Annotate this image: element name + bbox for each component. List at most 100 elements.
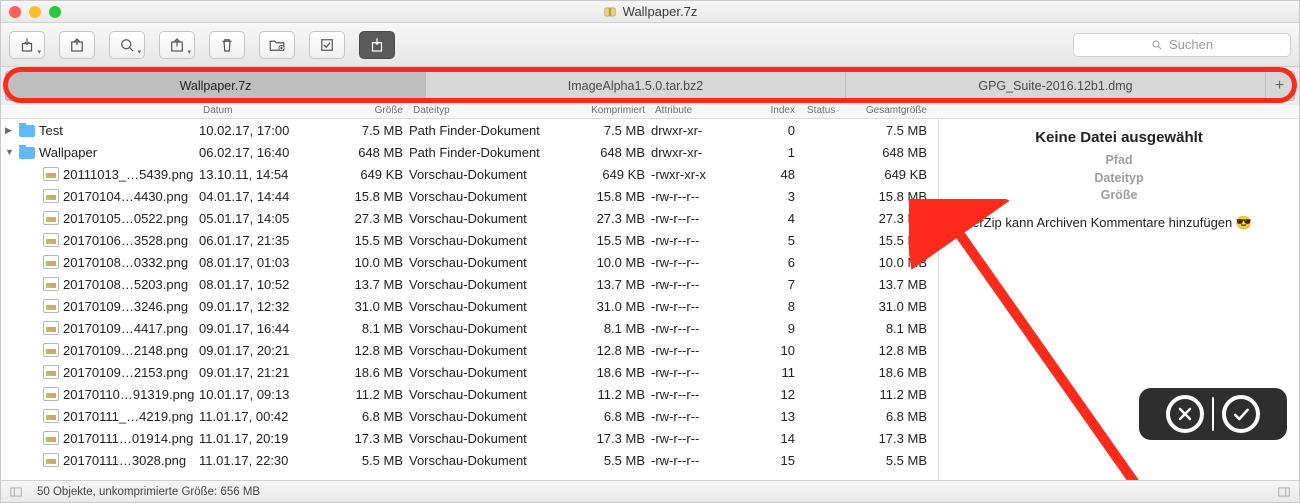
file-index: 0 — [733, 123, 803, 138]
tab-0[interactable]: Wallpaper.7z — [6, 72, 426, 100]
file-date: 08.01.17, 10:52 — [199, 277, 337, 292]
file-size: 27.3 MB — [337, 211, 409, 226]
file-size: 13.7 MB — [337, 277, 409, 292]
file-index: 11 — [733, 365, 803, 380]
table-row[interactable]: 20170109…3246.png09.01.17, 12:3231.0 MBV… — [1, 295, 938, 317]
file-size: 7.5 MB — [337, 123, 409, 138]
file-type: Vorschau-Dokument — [409, 211, 565, 226]
file-total-size: 12.8 MB — [857, 343, 935, 358]
file-compressed: 7.5 MB — [565, 123, 651, 138]
add-button[interactable] — [59, 31, 95, 59]
column-header[interactable]: Datum Größe Dateityp Komprimiert Attribu… — [1, 105, 1299, 119]
table-row[interactable]: 20170105…0522.png05.01.17, 14:0527.3 MBV… — [1, 207, 938, 229]
table-row[interactable]: ▶Test10.02.17, 17:007.5 MBPath Finder-Do… — [1, 119, 938, 141]
extract-button[interactable]: ▾ — [9, 31, 45, 59]
new-folder-button[interactable] — [259, 31, 295, 59]
table-row[interactable]: 20170104…4430.png04.01.17, 14:4415.8 MBV… — [1, 185, 938, 207]
file-date: 06.01.17, 21:35 — [199, 233, 337, 248]
file-name: 20170108…5203.png — [63, 277, 188, 292]
window-title: Wallpaper.7z — [623, 4, 698, 19]
table-row[interactable]: ▼Wallpaper06.02.17, 16:40648 MBPath Find… — [1, 141, 938, 163]
archive-button[interactable] — [359, 31, 395, 59]
file-size: 18.6 MB — [337, 365, 409, 380]
file-total-size: 7.5 MB — [857, 123, 935, 138]
disclosure-triangle-icon[interactable]: ▶ — [5, 125, 15, 136]
file-attributes: -rw-r--r-- — [651, 233, 733, 248]
search-field[interactable]: Suchen — [1073, 33, 1291, 57]
table-row[interactable]: 20170109…2153.png09.01.17, 21:2118.6 MBV… — [1, 361, 938, 383]
toolbar: ▾ ▾ ▾ Suchen — [1, 23, 1299, 67]
table-row[interactable]: 20170109…2148.png09.01.17, 20:2112.8 MBV… — [1, 339, 938, 361]
cancel-button[interactable] — [1166, 395, 1204, 433]
file-index: 10 — [733, 343, 803, 358]
file-type: Vorschau-Dokument — [409, 167, 565, 182]
table-row[interactable]: 20170109…4417.png09.01.17, 16:448.1 MBVo… — [1, 317, 938, 339]
image-file-icon — [43, 277, 59, 291]
tab-1[interactable]: ImageAlpha1.5.0.tar.bz2 — [426, 72, 846, 100]
expand-right-icon[interactable] — [1277, 485, 1291, 499]
file-total-size: 13.7 MB — [857, 277, 935, 292]
file-attributes: -rw-r--r-- — [651, 343, 733, 358]
tab-add-button[interactable]: + — [1266, 72, 1294, 100]
file-index: 15 — [733, 453, 803, 468]
expand-left-icon[interactable] — [9, 485, 23, 499]
table-row[interactable]: 20170110…91319.png10.01.17, 09:1311.2 MB… — [1, 383, 938, 405]
chevron-down-icon: ▾ — [137, 48, 141, 56]
file-attributes: -rw-r--r-- — [651, 365, 733, 380]
select-button[interactable] — [309, 31, 345, 59]
table-row[interactable]: 20170111…01914.png11.01.17, 20:1917.3 MB… — [1, 427, 938, 449]
file-date: 10.02.17, 17:00 — [199, 123, 337, 138]
file-compressed: 31.0 MB — [565, 299, 651, 314]
file-date: 11.01.17, 22:30 — [199, 453, 337, 468]
table-row[interactable]: 20170106…3528.png06.01.17, 21:3515.5 MBV… — [1, 229, 938, 251]
table-row[interactable]: 20170111…3028.png11.01.17, 22:305.5 MBVo… — [1, 449, 938, 471]
file-index: 6 — [733, 255, 803, 270]
table-row[interactable]: 20111013_…5439.png13.10.11, 14:54649 KBV… — [1, 163, 938, 185]
image-file-icon — [43, 453, 59, 467]
file-attributes: -rw-r--r-- — [651, 255, 733, 270]
info-comment: BetterZip kann Archiven Kommentare hinzu… — [949, 215, 1289, 231]
file-name: 20170106…3528.png — [63, 233, 188, 248]
save-button[interactable]: ▾ — [159, 31, 195, 59]
file-size: 17.3 MB — [337, 431, 409, 446]
image-file-icon — [43, 431, 59, 445]
delete-button[interactable] — [209, 31, 245, 59]
zoom-window-button[interactable] — [49, 6, 61, 18]
titlebar: Wallpaper.7z — [1, 1, 1299, 23]
file-compressed: 10.0 MB — [565, 255, 651, 270]
file-attributes: -rw-r--r-- — [651, 387, 733, 402]
info-panel: Keine Datei ausgewählt Pfad Dateityp Grö… — [939, 119, 1299, 480]
confirm-button[interactable] — [1222, 395, 1260, 433]
close-window-button[interactable] — [9, 6, 21, 18]
file-index: 1 — [733, 145, 803, 160]
file-name: 20170108…0332.png — [63, 255, 188, 270]
file-size: 10.0 MB — [337, 255, 409, 270]
file-total-size: 5.5 MB — [857, 453, 935, 468]
table-row[interactable]: 20170108…5203.png08.01.17, 10:5213.7 MBV… — [1, 273, 938, 295]
image-file-icon — [43, 321, 59, 335]
table-row[interactable]: 20170111_…4219.png11.01.17, 00:426.8 MBV… — [1, 405, 938, 427]
minimize-window-button[interactable] — [29, 6, 41, 18]
disclosure-triangle-icon[interactable]: ▼ — [5, 147, 15, 157]
chevron-down-icon: ▾ — [187, 48, 191, 56]
file-size: 11.2 MB — [337, 387, 409, 402]
file-size: 6.8 MB — [337, 409, 409, 424]
image-file-icon — [43, 189, 59, 203]
file-total-size: 8.1 MB — [857, 321, 935, 336]
status-text: 50 Objekte, unkomprimierte Größe: 656 MB — [37, 486, 260, 498]
file-index: 13 — [733, 409, 803, 424]
image-file-icon — [43, 233, 59, 247]
file-type: Vorschau-Dokument — [409, 365, 565, 380]
file-name: 20170110…91319.png — [63, 387, 194, 402]
table-row[interactable]: 20170108…0332.png08.01.17, 01:0310.0 MBV… — [1, 251, 938, 273]
file-size: 8.1 MB — [337, 321, 409, 336]
view-button[interactable]: ▾ — [109, 31, 145, 59]
file-total-size: 11.2 MB — [857, 387, 935, 402]
folder-icon — [19, 147, 35, 159]
file-list[interactable]: ▶Test10.02.17, 17:007.5 MBPath Finder-Do… — [1, 119, 939, 480]
file-type: Vorschau-Dokument — [409, 431, 565, 446]
image-file-icon — [43, 387, 59, 401]
file-attributes: -rwxr-xr-x — [651, 167, 733, 182]
tab-2[interactable]: GPG_Suite-2016.12b1.dmg — [846, 72, 1266, 100]
image-file-icon — [43, 365, 59, 379]
